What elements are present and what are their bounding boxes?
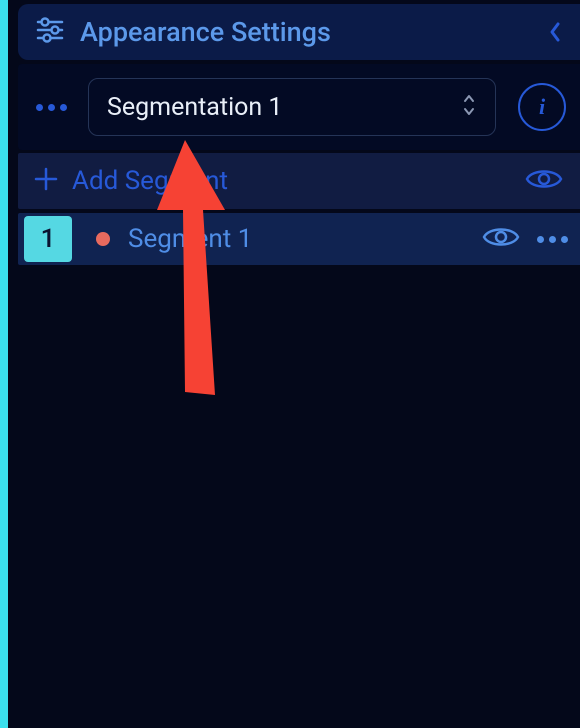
segment-row[interactable]: 1 Segment 1 [18, 213, 580, 265]
visibility-all-button[interactable] [524, 165, 564, 197]
info-button[interactable]: i [518, 83, 566, 131]
segmentation-selector-row: Segmentation 1 i [18, 64, 580, 150]
appearance-settings-title: Appearance Settings [80, 16, 331, 48]
segmentation-panel: Appearance Settings Segmentation 1 [8, 0, 580, 728]
segmentation-more-button[interactable] [32, 88, 70, 126]
appearance-settings-header[interactable]: Appearance Settings [18, 4, 580, 60]
add-segment-button[interactable]: Add Segment [32, 165, 228, 197]
settings-sliders-icon [34, 14, 66, 50]
chevron-up-down-icon [461, 91, 477, 123]
add-segment-row: Add Segment [18, 153, 580, 209]
plus-icon [32, 165, 60, 197]
more-horizontal-icon [537, 236, 568, 243]
segmentation-select[interactable]: Segmentation 1 [88, 78, 496, 136]
segment-visibility-button[interactable] [481, 223, 521, 255]
segment-more-button[interactable] [537, 236, 568, 243]
eye-icon [524, 165, 564, 193]
more-horizontal-icon [36, 104, 67, 111]
eye-icon [481, 223, 521, 251]
segment-index-badge: 1 [24, 216, 72, 262]
segment-color-swatch [96, 232, 110, 246]
chevron-left-icon [548, 20, 562, 44]
collapse-panel-button[interactable] [540, 4, 570, 60]
add-segment-label: Add Segment [72, 166, 228, 196]
segmentation-select-label: Segmentation 1 [107, 93, 282, 122]
panel-accent-rail [0, 0, 8, 728]
info-icon: i [539, 94, 545, 120]
segment-name-label: Segment 1 [128, 224, 252, 254]
